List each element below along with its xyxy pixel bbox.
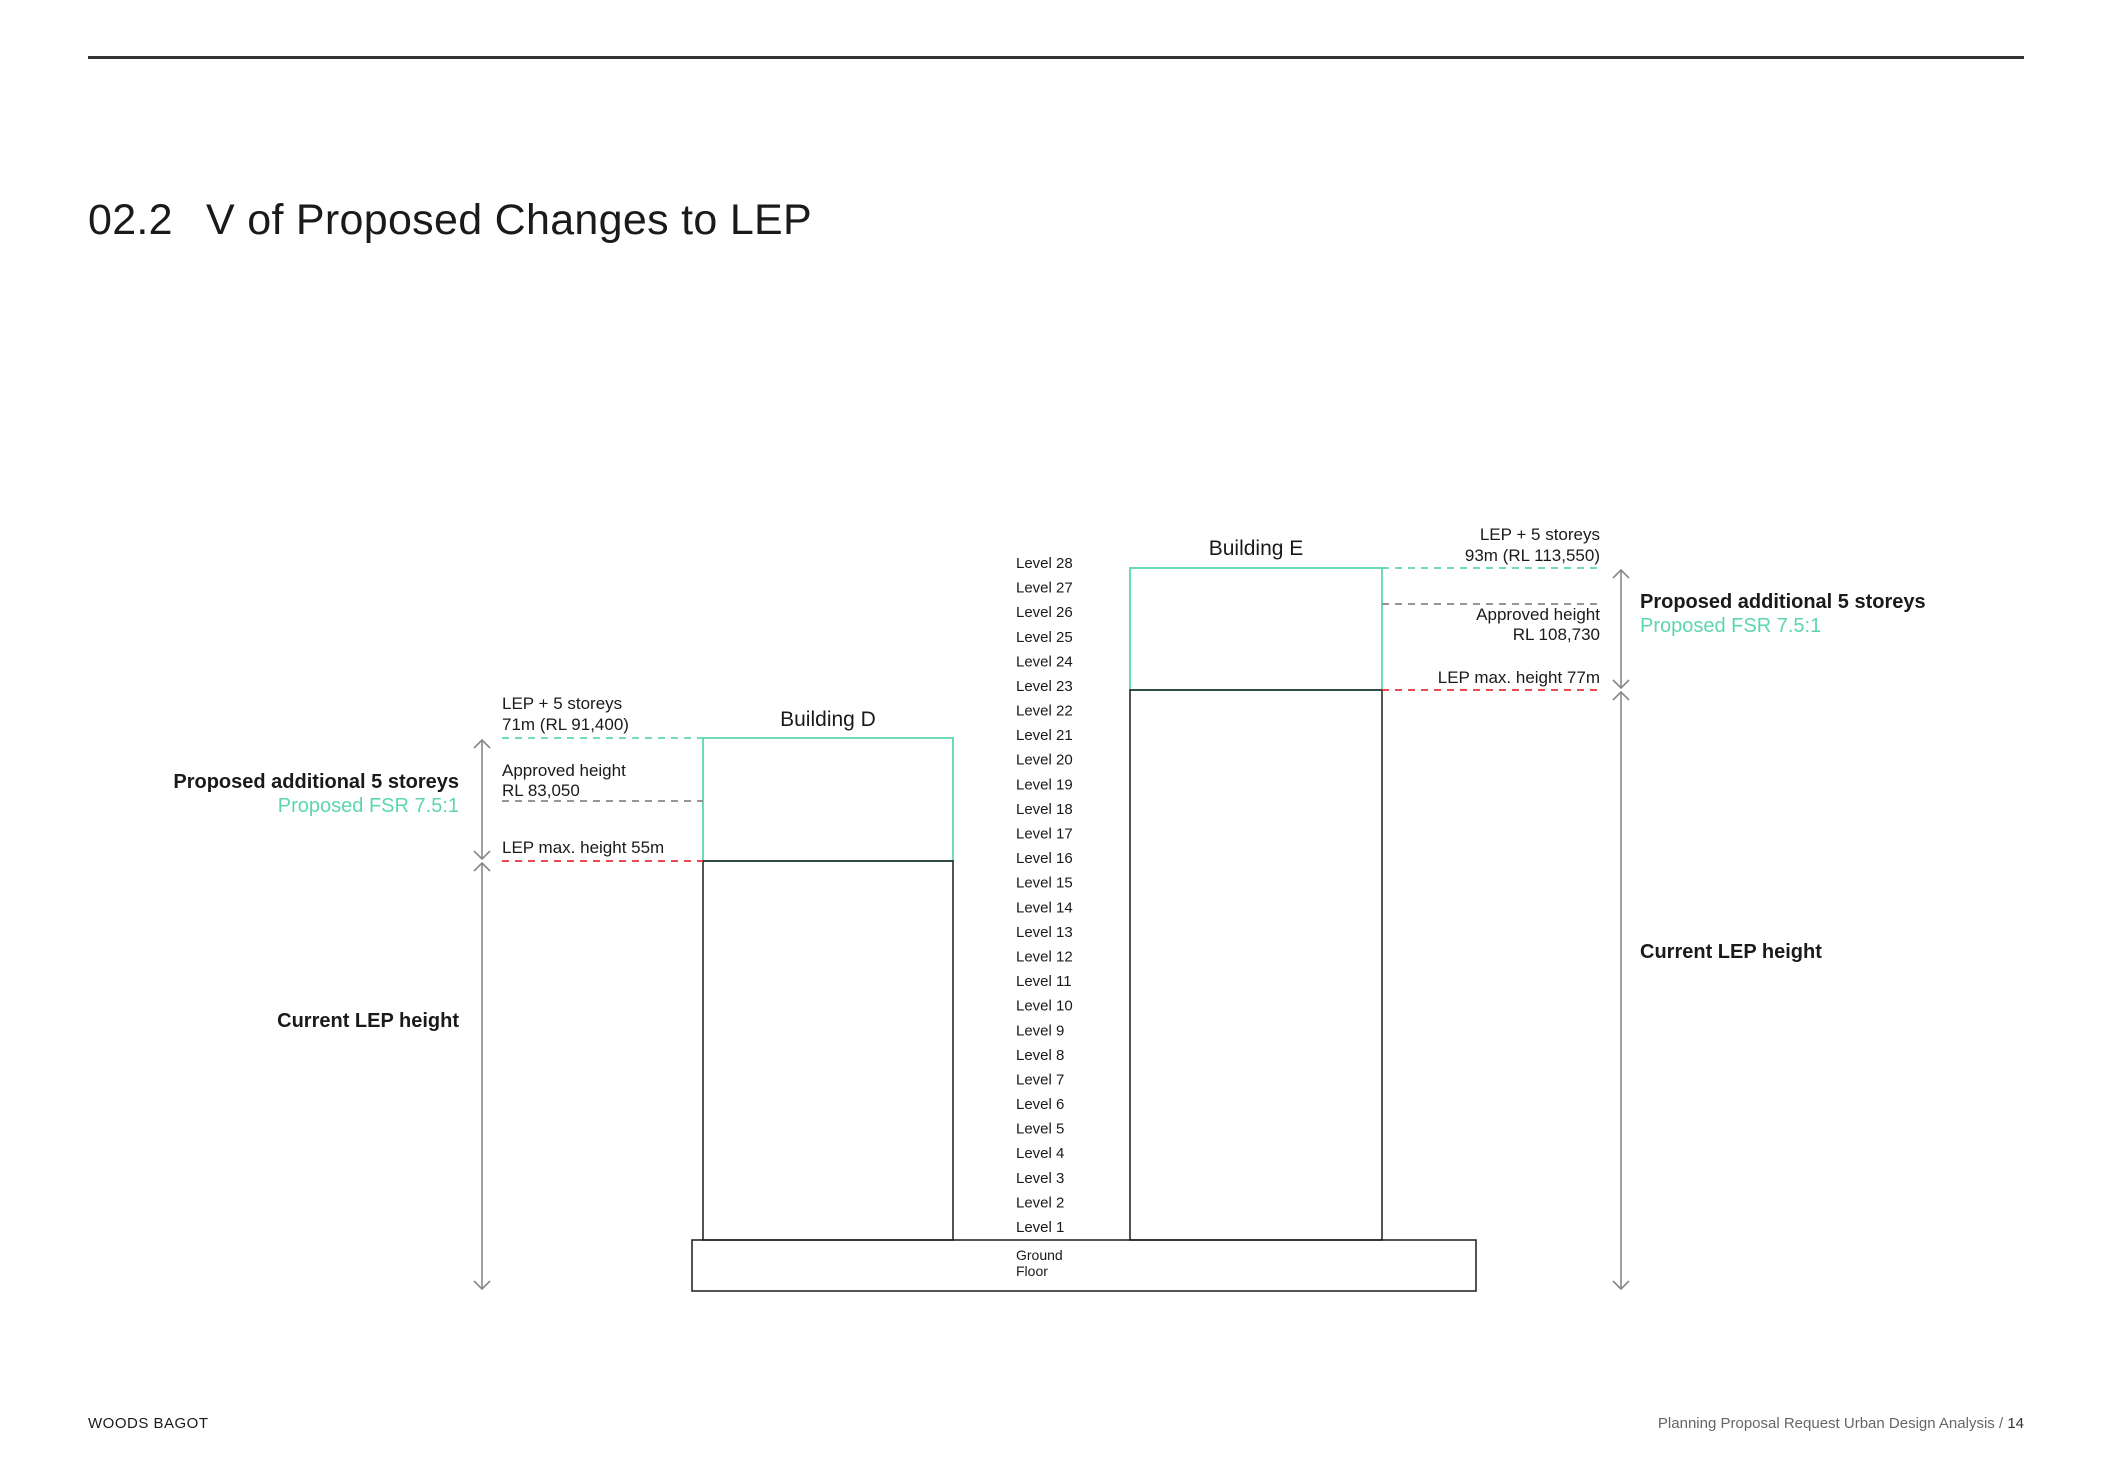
building-e-current-mass — [1129, 689, 1383, 1241]
building-d-proposed-label: Proposed additional 5 storeys — [173, 771, 459, 793]
building-d-approved-line1: Approved height — [502, 761, 626, 780]
building-e-current-dimension-arrow — [1612, 690, 1630, 1291]
building-d-name: Building D — [780, 708, 876, 731]
building-e-proposed-dimension-arrow — [1612, 568, 1630, 690]
building-d-lep-plus-line1: LEP + 5 storeys — [502, 694, 622, 713]
building-d-current-dimension-arrow — [473, 861, 491, 1291]
building-e-lep-plus-line2: 93m (RL 113,550) — [1465, 546, 1600, 565]
level-label: Level 7 — [1016, 1071, 1064, 1088]
level-label: Level 11 — [1016, 973, 1072, 990]
building-e-lep-plus-line1: LEP + 5 storeys — [1480, 525, 1600, 544]
level-label: Level 16 — [1016, 850, 1073, 867]
level-label: Level 22 — [1016, 703, 1073, 720]
footer-page-number: 14 — [2007, 1415, 2024, 1432]
building-d-current-mass — [702, 860, 954, 1241]
level-label: Level 18 — [1016, 801, 1073, 818]
building-e-current-label: Current LEP height — [1640, 941, 1822, 963]
level-label: Level 4 — [1016, 1145, 1064, 1162]
level-label: Level 25 — [1016, 629, 1073, 646]
building-e-approved-line2: RL 108,730 — [1513, 625, 1600, 644]
level-label: Level 21 — [1016, 727, 1073, 744]
level-label: Level 19 — [1016, 776, 1073, 793]
level-label: Level 17 — [1016, 826, 1073, 843]
level-label: Level 24 — [1016, 653, 1073, 670]
podium-label-line2: Floor — [1016, 1263, 1048, 1279]
footer-document-info: Planning Proposal Request Urban Design A… — [1658, 1415, 2024, 1432]
building-d-current-label: Current LEP height — [277, 1010, 459, 1032]
level-label: Level 10 — [1016, 998, 1073, 1015]
level-label: Level 8 — [1016, 1047, 1064, 1064]
podium-outline — [691, 1239, 1477, 1292]
height-diagram: Ground Floor Building D LEP + 5 storeys … — [173, 525, 1926, 1292]
building-e-name: Building E — [1209, 537, 1304, 560]
building-e-proposed-label: Proposed additional 5 storeys — [1640, 591, 1926, 613]
footer-document-title: Planning Proposal Request Urban Design A… — [1657, 1415, 1995, 1432]
level-label: Level 12 — [1016, 949, 1073, 966]
building-d-proposed-addition — [702, 737, 954, 862]
building-d-lep-max-label: LEP max. height 55m — [502, 838, 664, 857]
level-label: Level 9 — [1016, 1022, 1064, 1039]
building-d-approved-line2: RL 83,050 — [502, 781, 580, 800]
podium-label-line1: Ground — [1016, 1247, 1063, 1263]
footer-separator: / — [1998, 1415, 2004, 1432]
building-e-proposed-addition — [1129, 567, 1383, 691]
level-label: Level 20 — [1016, 752, 1073, 769]
level-label: Level 15 — [1016, 875, 1073, 892]
level-label: Level 23 — [1016, 678, 1073, 695]
footer-company: WOODS BAGOT — [88, 1415, 209, 1432]
level-label: Level 13 — [1016, 924, 1073, 941]
level-label: Level 1 — [1016, 1219, 1064, 1236]
building-d-proposed-dimension-arrow — [473, 738, 491, 861]
building-e-approved-line1: Approved height — [1476, 605, 1600, 624]
level-label: Level 27 — [1016, 580, 1073, 597]
level-labels: Level 28 Level 27 Level 26 Level 25 Level 24… — [1016, 555, 1073, 1236]
level-label: Level 3 — [1016, 1170, 1064, 1187]
level-label: Level 5 — [1016, 1121, 1064, 1138]
level-label: Level 28 — [1016, 555, 1073, 572]
level-label: Level 26 — [1016, 604, 1073, 621]
building-e-lep-max-label: LEP max. height 77m — [1438, 668, 1600, 687]
building-e-proposed-fsr: Proposed FSR 7.5:1 — [1640, 615, 1821, 637]
level-label: Level 2 — [1016, 1194, 1064, 1211]
building-d-proposed-fsr: Proposed FSR 7.5:1 — [278, 795, 459, 817]
level-label: Level 6 — [1016, 1096, 1064, 1113]
level-label: Level 14 — [1016, 899, 1073, 916]
building-d-lep-plus-line2: 71m (RL 91,400) — [502, 715, 629, 734]
